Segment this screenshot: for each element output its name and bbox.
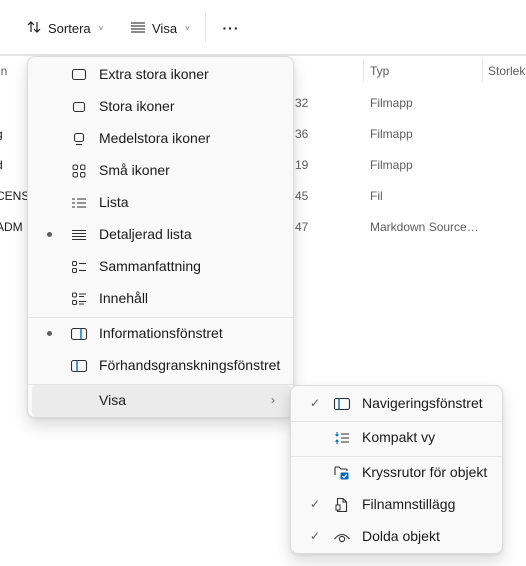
menu-item-label: Medelstora ikoner	[99, 130, 211, 146]
menu-item-label: Dolda objekt	[362, 528, 440, 544]
menu-item-label: Förhandsgranskningsfönstret	[99, 357, 281, 373]
file-type: Filmapp	[370, 96, 413, 110]
sort-button[interactable]: Sortera ˅	[26, 14, 103, 42]
details-icon	[70, 227, 88, 243]
menu-item-label: Kompakt vy	[362, 429, 436, 445]
column-divider[interactable]	[482, 60, 483, 82]
column-header-type[interactable]: Typ	[370, 64, 389, 78]
chevron-right-icon: ›	[271, 393, 275, 407]
column-header-name[interactable]: nn	[0, 64, 7, 78]
menu-item-details-pane[interactable]: Informationsfönstret	[32, 318, 291, 350]
file-name: d	[0, 158, 3, 172]
view-button[interactable]: Visa ˅	[130, 14, 190, 42]
show-submenu: ✓ Navigeringsfönstret Kompakt vy Kryssru…	[290, 385, 503, 554]
grid-icon	[70, 163, 88, 179]
menu-item-item-checkboxes[interactable]: Kryssrutor för objekt	[295, 457, 500, 489]
monitor-icon	[70, 67, 88, 83]
file-type: Filmapp	[370, 158, 413, 172]
chevron-down-icon: ˅	[98, 23, 104, 33]
content-icon	[70, 291, 88, 307]
more-icon: ···	[222, 20, 240, 36]
menu-item-preview-pane[interactable]: Förhandsgranskningsfönstret	[32, 350, 291, 382]
details-icon	[130, 19, 146, 38]
menu-item-label: Innehåll	[99, 290, 149, 306]
sort-label: Sortera	[48, 20, 91, 36]
compact-view-icon	[333, 430, 351, 446]
menu-item-label: Extra stora ikoner	[99, 66, 209, 82]
menu-item-label: Kryssrutor för objekt	[362, 464, 488, 480]
chevron-down-icon: ˅	[185, 23, 190, 33]
file-name: g	[0, 127, 3, 141]
menu-item-content[interactable]: Innehåll	[32, 283, 291, 315]
menu-item-label: Visa	[99, 392, 126, 408]
file-extension-icon	[333, 497, 351, 513]
menu-item-label: Navigeringsfönstret	[362, 395, 483, 411]
view-menu: Extra stora ikoner Stora ikoner Medelsto…	[27, 56, 294, 418]
details-pane-icon	[70, 326, 88, 342]
navigation-pane-icon	[333, 396, 351, 412]
toolbar-divider	[205, 12, 206, 42]
more-options-button[interactable]: ···	[220, 14, 242, 42]
menu-item-list[interactable]: Lista	[32, 187, 291, 219]
column-header-size[interactable]: Storlek	[488, 64, 525, 78]
file-type: Fil	[370, 189, 383, 203]
file-type: Markdown Source…	[370, 220, 479, 234]
checkbox-icon	[333, 465, 351, 481]
menu-item-label: Lista	[99, 194, 129, 210]
checkmark-icon: ✓	[310, 529, 321, 543]
menu-item-label: Informationsfönstret	[99, 325, 223, 341]
menu-item-large-icons[interactable]: Stora ikoner	[32, 91, 291, 123]
column-divider[interactable]	[363, 60, 364, 82]
view-label: Visa	[152, 20, 178, 36]
menu-item-label: Detaljerad lista	[99, 226, 192, 242]
selected-indicator	[47, 331, 52, 336]
menu-item-tiles[interactable]: Sammanfattning	[32, 251, 291, 283]
sort-icon	[26, 19, 42, 38]
file-name: ADM	[0, 220, 23, 234]
monitor-icon	[70, 99, 88, 115]
menu-item-small-icons[interactable]: Små ikoner	[32, 155, 291, 187]
tiles-icon	[70, 259, 88, 275]
menu-item-medium-icons[interactable]: Medelstora ikoner	[32, 123, 291, 155]
menu-item-file-name-extensions[interactable]: ✓ Filnamnstillägg	[295, 489, 500, 521]
menu-item-details[interactable]: Detaljerad lista	[32, 219, 291, 251]
command-bar: Sortera ˅ Visa ˅ ···	[0, 0, 526, 54]
menu-item-navigation-pane[interactable]: ✓ Navigeringsfönstret	[295, 388, 500, 420]
menu-item-hidden-items[interactable]: ✓ Dolda objekt	[295, 521, 500, 553]
preview-pane-icon	[70, 358, 88, 374]
eye-icon	[333, 529, 351, 545]
menu-item-label: Sammanfattning	[99, 258, 201, 274]
selected-indicator	[47, 232, 52, 237]
menu-item-extra-large-icons[interactable]: Extra stora ikoner	[32, 59, 291, 91]
checkmark-icon: ✓	[310, 396, 321, 410]
menu-item-label: Filnamnstillägg	[362, 496, 456, 512]
menu-item-show[interactable]: Visa ›	[32, 385, 291, 417]
menu-item-compact-view[interactable]: Kompakt vy	[295, 422, 500, 454]
list-icon	[70, 195, 88, 211]
file-type: Filmapp	[370, 127, 413, 141]
menu-item-label: Små ikoner	[99, 162, 170, 178]
checkmark-icon: ✓	[310, 497, 321, 511]
monitor-stand-icon	[70, 131, 88, 147]
menu-item-label: Stora ikoner	[99, 98, 175, 114]
